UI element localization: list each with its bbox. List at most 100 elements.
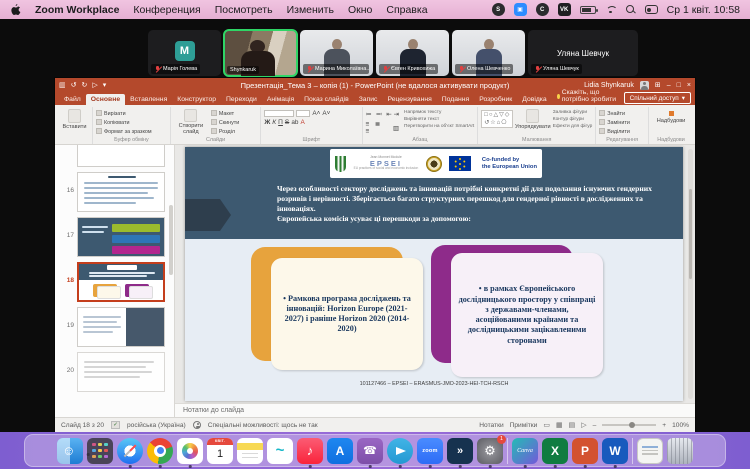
align-buttons[interactable]: ≡ ≣ ≡ xyxy=(366,120,391,135)
minimized-document-icon[interactable] xyxy=(637,438,663,464)
tab-design[interactable]: Конструктор xyxy=(172,94,221,105)
save-button[interactable]: ▥ xyxy=(59,81,66,89)
participant-tile[interactable]: Євген Кривохижа xyxy=(376,30,449,76)
text-direction-button[interactable]: Напрямок тексту xyxy=(404,110,474,115)
slide-thumbnail-17[interactable] xyxy=(77,217,165,257)
select-button[interactable]: Виділити xyxy=(599,128,630,135)
excel-icon[interactable]: X xyxy=(542,438,568,464)
font-size-box[interactable] xyxy=(296,110,310,117)
launchpad-icon[interactable] xyxy=(87,438,113,464)
tab-transitions[interactable]: Переходи xyxy=(221,94,262,105)
normal-view-button[interactable]: ▭ xyxy=(543,421,550,429)
account-avatar[interactable] xyxy=(640,81,649,90)
text-shadow-button[interactable]: ab xyxy=(291,119,298,126)
underline-button[interactable]: П xyxy=(278,119,283,126)
photos-icon[interactable] xyxy=(177,438,203,464)
maximize-button[interactable]: □ xyxy=(677,82,681,89)
accessibility-status[interactable]: Спеціальні можливості: щось не так xyxy=(208,422,318,429)
trash-icon[interactable] xyxy=(667,438,693,464)
italic-button[interactable]: К xyxy=(272,119,276,126)
tab-help[interactable]: Довідка xyxy=(517,94,551,105)
reset-button[interactable]: Скинути xyxy=(211,119,239,126)
shape-outline-button[interactable]: Контур фігури xyxy=(553,117,592,122)
zoom-slider[interactable] xyxy=(602,424,656,426)
new-slide-button[interactable]: Створити слайд xyxy=(174,108,208,135)
zoom-out-button[interactable]: – xyxy=(593,422,597,429)
start-presentation-button[interactable]: ▷ xyxy=(92,81,97,89)
slide-thumbnail-19[interactable] xyxy=(77,307,165,347)
format-painter-button[interactable]: Формат за зразком xyxy=(96,128,152,135)
ribbon-display-options-icon[interactable]: ⊞ xyxy=(655,81,661,89)
clock-app-status-icon[interactable]: C xyxy=(536,3,549,16)
undo-button[interactable]: ↺ xyxy=(71,81,77,89)
notes-icon[interactable] xyxy=(237,438,263,464)
slide-thumbnail-partial[interactable] xyxy=(77,145,165,167)
menu-help[interactable]: Справка xyxy=(386,4,427,16)
chrome-icon[interactable] xyxy=(147,438,173,464)
menu-edit[interactable]: Изменить xyxy=(287,4,334,16)
bullets-button[interactable]: ≔ xyxy=(366,110,374,118)
arrange-button[interactable]: Упорядкувати xyxy=(516,108,550,135)
viber-icon[interactable]: ☎ xyxy=(357,438,383,464)
participant-tile[interactable]: Олена Шевченко xyxy=(452,30,525,76)
participant-tile[interactable]: Марина Миколаївна... xyxy=(300,30,373,76)
app-store-icon[interactable]: A xyxy=(327,438,353,464)
convert-smartart-button[interactable]: Перетворити на об'єкт SmartArt xyxy=(404,124,474,129)
tab-animations[interactable]: Анімація xyxy=(262,94,299,105)
tab-insert[interactable]: Вставлення xyxy=(125,94,172,105)
wifi-icon[interactable] xyxy=(605,5,617,15)
slide-sorter-view-button[interactable]: ▦ xyxy=(556,421,563,429)
zoom-level[interactable]: 100% xyxy=(672,422,689,429)
canva-icon[interactable]: Canva xyxy=(512,438,538,464)
canvas-scrollbar[interactable] xyxy=(688,149,693,399)
shrink-font-button[interactable]: A˅ xyxy=(322,110,330,117)
zoom-app-icon[interactable]: zoom xyxy=(417,438,443,464)
font-name-box[interactable] xyxy=(264,110,294,117)
system-settings-icon[interactable]: ⚙1 xyxy=(477,438,503,464)
safari-icon[interactable] xyxy=(117,438,143,464)
close-button[interactable]: × xyxy=(687,82,691,89)
slide-thumbnail-16[interactable] xyxy=(77,172,165,212)
vk-status-icon[interactable]: VK xyxy=(558,3,571,16)
paste-button[interactable]: Вставити xyxy=(60,108,89,135)
cut-button[interactable]: Вирізати xyxy=(96,110,152,117)
tell-me-box[interactable]: Скажіть, що потрібно зробити xyxy=(552,89,624,105)
calendar-icon[interactable]: КВІТ.1 xyxy=(207,438,233,464)
current-slide[interactable]: Jean Monnet Module EPSEI EU practices of… xyxy=(185,147,683,401)
telegram-icon[interactable] xyxy=(387,438,413,464)
reading-view-button[interactable]: ▤ xyxy=(569,421,576,429)
thumbnail-scrollbar[interactable] xyxy=(169,205,173,275)
font-color-button[interactable]: А xyxy=(300,119,304,126)
slide-thumbnail-18-selected[interactable] xyxy=(77,262,165,302)
grow-font-button[interactable]: A˄ xyxy=(312,110,320,117)
indent-buttons[interactable]: ⇤⇥ xyxy=(386,110,401,118)
language-indicator[interactable]: російська (Україна) xyxy=(127,422,186,429)
find-button[interactable]: Знайти xyxy=(599,110,630,117)
powerpoint-icon[interactable]: P xyxy=(572,438,598,464)
copy-button[interactable]: Копіювати xyxy=(96,119,152,126)
numbering-button[interactable]: ≕ xyxy=(376,110,384,118)
music-icon[interactable]: ♪ xyxy=(297,438,323,464)
tab-developer[interactable]: Розробник xyxy=(474,94,517,105)
control-center-icon[interactable] xyxy=(645,5,658,14)
replace-button[interactable]: Замінити xyxy=(599,119,630,126)
participant-tile[interactable]: M Марія Голева xyxy=(148,30,221,76)
shape-fill-button[interactable]: Заливка фігури xyxy=(553,110,592,115)
addins-button[interactable]: Надбудови xyxy=(652,108,690,135)
slideshow-view-button[interactable]: ▷ xyxy=(581,421,586,429)
tab-file[interactable]: Файл xyxy=(59,94,86,105)
tab-record[interactable]: Запис xyxy=(354,94,383,105)
menu-app-name[interactable]: Zoom Workplace xyxy=(35,4,119,16)
tab-home[interactable]: Основне xyxy=(86,94,125,105)
spellcheck-icon[interactable]: ✓ xyxy=(111,421,120,429)
zoom-in-button[interactable]: + xyxy=(662,422,666,429)
word-icon[interactable]: W xyxy=(602,438,628,464)
finder-icon[interactable]: ☺ xyxy=(57,438,83,464)
menu-window[interactable]: Окно xyxy=(348,4,372,16)
menu-clock[interactable]: Ср 1 квіт. 10:58 xyxy=(667,4,740,16)
accessibility-icon[interactable] xyxy=(193,421,201,429)
menu-conference[interactable]: Конференция xyxy=(133,4,200,16)
tab-view[interactable]: Подання xyxy=(437,94,474,105)
minimize-button[interactable]: – xyxy=(667,82,671,89)
align-text-button[interactable]: Вирівняти текст xyxy=(404,117,474,122)
